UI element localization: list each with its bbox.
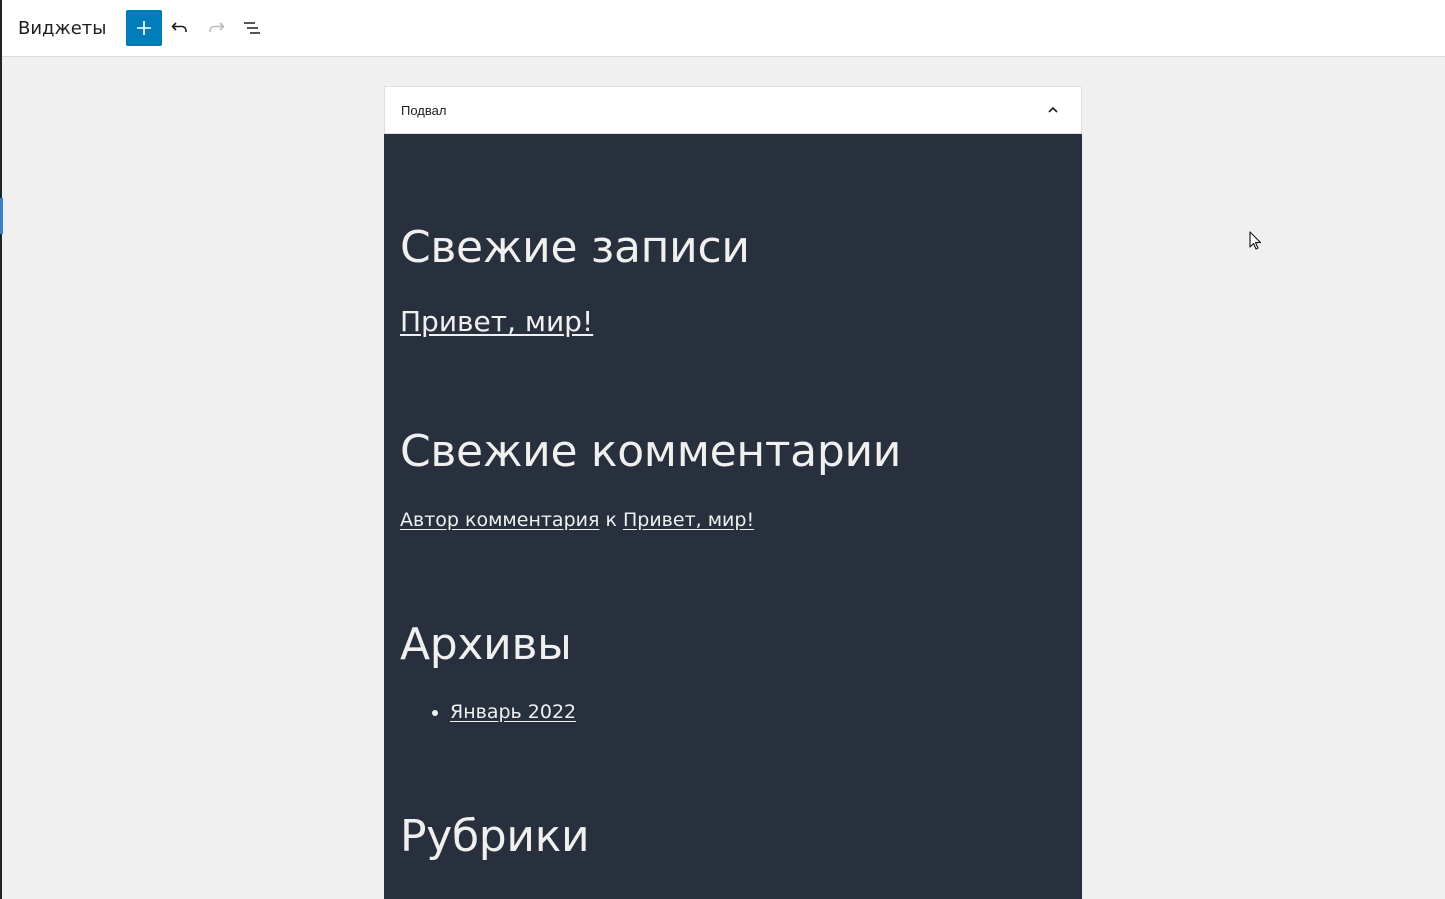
widget-area-footer: Подвал Свежие записи Привет, мир! Свежие… xyxy=(384,86,1082,899)
widget-area-toggle[interactable] xyxy=(1041,98,1065,122)
comment-item: Автор комментария к Привет, мир! xyxy=(400,509,1066,531)
widget-area-content: Свежие записи Привет, мир! Свежие коммен… xyxy=(384,222,1082,864)
comment-author-link[interactable]: Автор комментария xyxy=(400,509,599,531)
widget-area-label: Подвал xyxy=(401,102,447,118)
add-block-button[interactable] xyxy=(126,10,163,46)
list-view-button[interactable] xyxy=(234,10,270,46)
undo-button[interactable] xyxy=(162,10,198,46)
archive-list: Январь 2022 xyxy=(400,701,1066,723)
widget-recent-comments[interactable]: Свежие комментарии Автор комментария к П… xyxy=(400,426,1066,531)
redo-button[interactable] xyxy=(198,10,234,46)
editor-header: Виджеты xyxy=(2,0,1445,57)
list-item: Январь 2022 xyxy=(450,701,1066,723)
admin-sidebar-active-indicator xyxy=(0,198,3,234)
list-view-icon xyxy=(244,22,261,34)
post-link[interactable]: Привет, мир! xyxy=(400,305,1066,338)
archive-link[interactable]: Январь 2022 xyxy=(450,701,576,723)
widget-title: Рубрики xyxy=(400,811,590,863)
page-title: Виджеты xyxy=(18,17,107,39)
redo-icon xyxy=(209,22,225,32)
widget-archives[interactable]: Архивы Январь 2022 xyxy=(400,619,1066,724)
widget-categories[interactable]: Рубрики xyxy=(400,811,1066,864)
comment-connector: к xyxy=(599,508,623,531)
mouse-cursor-icon xyxy=(1249,231,1262,250)
widget-title: Свежие записи xyxy=(400,222,750,273)
widget-title: Свежие комментарии xyxy=(400,425,902,477)
plus-icon xyxy=(137,21,152,35)
undo-icon xyxy=(172,22,188,32)
chevron-up-icon xyxy=(1048,106,1058,113)
widget-title: Архивы xyxy=(400,618,572,670)
admin-sidebar-edge xyxy=(0,0,2,899)
widget-area-header[interactable]: Подвал xyxy=(384,86,1082,134)
comment-post-link[interactable]: Привет, мир! xyxy=(623,509,754,531)
widget-recent-posts[interactable]: Свежие записи Привет, мир! xyxy=(400,222,1066,338)
